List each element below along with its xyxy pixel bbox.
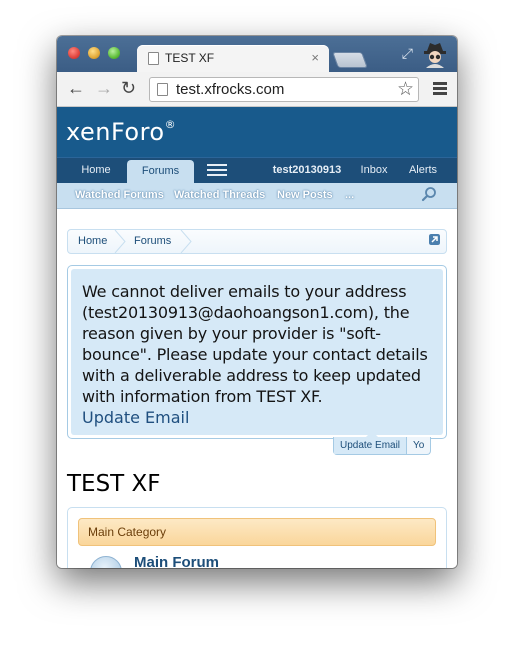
incognito-icon bbox=[424, 43, 446, 68]
close-window-button[interactable] bbox=[68, 47, 80, 59]
notice-tab-other[interactable]: Yo bbox=[407, 437, 430, 454]
maximize-window-button[interactable] bbox=[108, 47, 120, 59]
notice-tabs: Update Email Yo bbox=[333, 431, 432, 455]
notice-tab-update-email[interactable]: Update Email bbox=[334, 437, 408, 454]
title-bar: TEST XF × ⤢ bbox=[57, 36, 457, 72]
breadcrumb-forums[interactable]: Forums bbox=[134, 235, 171, 247]
url-text[interactable]: test.xfrocks.com bbox=[176, 81, 284, 98]
browser-toolbar: ← → ↻ test.xfrocks.com ☆ bbox=[57, 72, 457, 107]
breadcrumb-home[interactable]: Home bbox=[78, 235, 107, 247]
notice-message: We cannot deliver emails to your address… bbox=[82, 282, 428, 406]
node-list: Main Category Main Forum bbox=[67, 507, 447, 568]
nav-alerts-link[interactable]: Alerts bbox=[405, 158, 441, 183]
category-header[interactable]: Main Category bbox=[78, 518, 436, 546]
notice-tab-pointer bbox=[366, 431, 378, 437]
tab-title: TEST XF bbox=[165, 51, 215, 65]
logo-mark: ® bbox=[164, 118, 177, 131]
reload-icon[interactable]: ↻ bbox=[121, 78, 136, 98]
nav-tab-forums[interactable]: Forums bbox=[127, 160, 194, 183]
browser-tab[interactable]: TEST XF × bbox=[137, 45, 329, 72]
breadcrumb-separator bbox=[180, 230, 192, 253]
category-title[interactable]: Main Category bbox=[88, 525, 166, 539]
xenforo-logo[interactable]: xenForo® bbox=[66, 118, 176, 146]
forum-title-link[interactable]: Main Forum bbox=[134, 554, 219, 568]
browser-menu-icon[interactable] bbox=[433, 82, 447, 97]
site-header: xenForo® bbox=[57, 107, 457, 157]
fullscreen-icon[interactable]: ⤢ bbox=[402, 45, 413, 62]
back-arrow-icon[interactable]: ← bbox=[67, 78, 85, 98]
sub-navigation: Watched Forums Watched Threads New Posts… bbox=[57, 183, 457, 209]
breadcrumb: Home Forums bbox=[67, 229, 447, 254]
notice-content: We cannot deliver emails to your address… bbox=[71, 269, 443, 435]
search-icon[interactable] bbox=[421, 186, 437, 202]
nav-user-link[interactable]: test20130913 bbox=[271, 158, 343, 183]
web-page: xenForo® Home Forums test20130913 Inbox … bbox=[57, 107, 457, 568]
breadcrumb-separator bbox=[114, 230, 126, 253]
minimize-window-button[interactable] bbox=[88, 47, 100, 59]
tab-close-icon[interactable]: × bbox=[311, 50, 319, 65]
nav-inbox-link[interactable]: Inbox bbox=[357, 158, 391, 183]
browser-window: TEST XF × ⤢ ← → ↻ test.xfrocks.com ☆ xen… bbox=[57, 36, 457, 568]
subnav-more-link[interactable]: ... bbox=[345, 189, 354, 201]
watched-forums-link[interactable]: Watched Forums bbox=[75, 189, 164, 201]
forward-arrow-icon[interactable]: → bbox=[95, 78, 113, 98]
new-posts-link[interactable]: New Posts bbox=[277, 189, 333, 201]
nav-tab-home[interactable]: Home bbox=[67, 158, 125, 183]
notice-box: We cannot deliver emails to your address… bbox=[67, 265, 447, 439]
new-tab-button[interactable] bbox=[332, 52, 368, 68]
address-bar[interactable]: test.xfrocks.com ☆ bbox=[149, 77, 419, 102]
jump-to-top-icon[interactable] bbox=[429, 234, 440, 245]
page-icon bbox=[157, 83, 168, 96]
update-email-link[interactable]: Update Email bbox=[82, 407, 433, 428]
page-title: TEST XF bbox=[67, 471, 161, 497]
page-icon bbox=[148, 52, 159, 65]
bookmark-star-icon[interactable]: ☆ bbox=[397, 78, 414, 101]
main-navigation: Home Forums test20130913 Inbox Alerts bbox=[57, 157, 457, 183]
nav-more-menu-icon[interactable] bbox=[207, 164, 227, 176]
watched-threads-link[interactable]: Watched Threads bbox=[174, 189, 265, 201]
logo-text: xenForo bbox=[66, 118, 165, 146]
forum-status-icon bbox=[90, 556, 122, 568]
